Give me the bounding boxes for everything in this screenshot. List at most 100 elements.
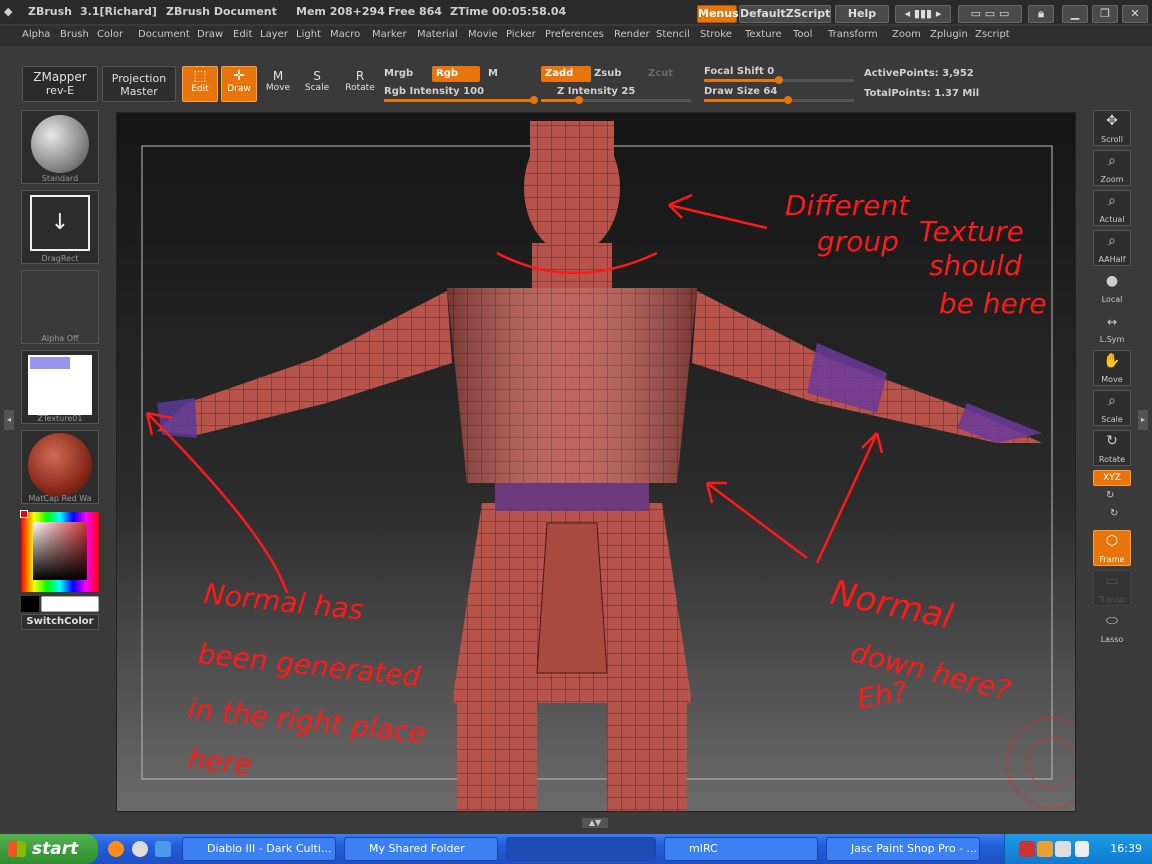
menu-tool[interactable]: Tool [793,29,812,40]
menu-zplugin[interactable]: Zplugin [930,29,968,40]
stroke-dragrect-button[interactable]: ↓ DragRect [21,190,99,264]
menu-light[interactable]: Light [296,29,321,40]
tray-shield-icon[interactable] [1075,841,1089,857]
menu-picker[interactable]: Picker [506,29,536,40]
menu-preferences[interactable]: Preferences [545,29,604,40]
rgb-intensity-slider[interactable] [384,96,538,104]
right-tray-toggle-icon[interactable]: ▸ [1138,410,1148,430]
menu-macro[interactable]: Macro [330,29,360,40]
lsym-button[interactable]: ↔ L.Sym [1093,310,1131,346]
z-intensity-slider[interactable] [541,96,691,104]
switch-color-button[interactable]: SwitchColor [21,614,99,630]
rgb-intensity-knob[interactable] [530,96,538,104]
help-button[interactable]: Help [835,5,889,23]
color-hue-marker[interactable] [20,510,28,518]
task-shared-folder[interactable]: My Shared Folder [344,837,498,861]
bottom-tray-toggle-icon[interactable]: ▲▼ [582,818,608,828]
frame-button[interactable]: ⬡ Frame [1093,530,1131,566]
rotate-view-button[interactable]: ↻ Rotate [1093,430,1131,466]
task-mirc[interactable]: mIRC [664,837,818,861]
transp-button[interactable]: ▭ Transp [1093,570,1131,606]
material-button[interactable]: MatCap Red Wa [21,430,99,504]
menu-render[interactable]: Render [614,29,650,40]
alpha-off-button[interactable]: Alpha Off [21,270,99,344]
zadd-button[interactable]: Zadd [541,66,591,82]
menu-document[interactable]: Document [138,29,190,40]
zoom-button[interactable]: ⌕ Zoom [1093,150,1131,186]
menu-brush[interactable]: Brush [60,29,89,40]
local-button[interactable]: ● Local [1093,270,1131,306]
menu-material[interactable]: Material [417,29,458,40]
menu-draw[interactable]: Draw [197,29,223,40]
lock-icon[interactable]: 🔒︎ [1028,5,1054,23]
move-view-button[interactable]: ✋ Move [1093,350,1131,386]
menu-color[interactable]: Color [97,29,123,40]
draw-size-knob[interactable] [784,96,792,104]
menu-layer[interactable]: Layer [260,29,288,40]
restore-icon[interactable]: ❐ [1092,5,1118,23]
zsub-button[interactable]: Zsub [594,68,621,79]
task-paint-shop-pro[interactable]: Jasc Paint Shop Pro - ... [826,837,980,861]
task-zbrush[interactable] [506,837,656,861]
close-icon[interactable]: ✕ [1122,5,1148,23]
z-intensity-label: Z Intensity 25 [557,86,636,97]
menu-marker[interactable]: Marker [372,29,407,40]
scale-button[interactable]: S Scale [300,66,334,102]
left-tray-toggle-icon[interactable]: ◂ [4,410,14,430]
menu-texture[interactable]: Texture [745,29,782,40]
local-label: Local [1101,295,1123,304]
menu-zoom[interactable]: Zoom [892,29,921,40]
menus-button[interactable]: Menus [697,5,739,23]
default-zscript-button[interactable]: DefaultZScript [739,5,831,23]
task-diablo[interactable]: Diablo III - Dark Culti... [182,837,336,861]
scroll-button[interactable]: ✥ Scroll [1093,110,1131,146]
zmapper-button[interactable]: ZMapper rev-E [22,66,98,102]
m-button[interactable]: M [488,68,498,79]
menu-movie[interactable]: Movie [468,29,498,40]
move-button[interactable]: M Move [261,66,295,102]
rotate-button[interactable]: R Rotate [341,66,379,102]
start-button[interactable]: start [0,834,98,864]
edit-button[interactable]: ⬚ Edit [182,66,218,102]
menu-transform[interactable]: Transform [828,29,878,40]
draw-button[interactable]: ✛ Draw [221,66,257,102]
menu-zscript[interactable]: Zscript [975,29,1010,40]
focal-shift-knob[interactable] [775,76,783,84]
menu-alpha[interactable]: Alpha [22,29,50,40]
secondary-color-swatch[interactable] [21,596,39,612]
layout-arrows-icon[interactable]: ◂ ▮▮▮ ▸ [895,5,951,23]
minimize-icon[interactable]: ▁ [1062,5,1088,23]
menu-stencil[interactable]: Stencil [656,29,690,40]
tray-app-icon[interactable] [1019,841,1035,857]
viewport-canvas[interactable]: Different group Texture should be here N… [116,112,1076,812]
window-layout-icon[interactable]: ▭ ▭ ▭ [958,5,1022,23]
aahalf-button[interactable]: ⌕ AAHalf [1093,230,1131,266]
focal-shift-slider[interactable] [704,76,854,84]
xyz-button[interactable]: XYZ [1093,470,1131,486]
tray-volume-icon[interactable] [1055,841,1071,857]
rgb-button[interactable]: Rgb [432,66,480,82]
ie-quicklaunch-icon[interactable] [155,841,171,857]
mrgb-button[interactable]: Mrgb [384,68,413,79]
rotate-y-icon[interactable]: ↻ [1106,490,1114,501]
color-picker[interactable] [20,510,99,592]
menu-stroke[interactable]: Stroke [700,29,732,40]
lasso-button[interactable]: ⬭ Lasso [1093,610,1131,646]
menu-edit[interactable]: Edit [233,29,252,40]
z-intensity-knob[interactable] [574,96,583,104]
main-color-swatch[interactable] [41,596,99,612]
annotation-normal-has: Normal has [202,577,365,627]
color-saturation-square[interactable] [33,522,87,580]
rotate-z-icon[interactable]: ↻ [1110,508,1118,519]
projection-master-button[interactable]: Projection Master [102,66,176,102]
firefox-quicklaunch-icon[interactable] [108,841,124,857]
media-quicklaunch-icon[interactable] [132,841,148,857]
scale-view-button[interactable]: ⌕ Scale [1093,390,1131,426]
brush-standard-button[interactable]: Standard [21,110,99,184]
draw-size-slider[interactable] [704,96,854,104]
texture-button[interactable]: ZTexture01 [21,350,99,424]
app-icon: ◆ [4,5,13,18]
zcut-button[interactable]: Zcut [648,68,673,79]
tray-network-icon[interactable] [1037,841,1053,857]
actual-button[interactable]: ⌕ Actual [1093,190,1131,226]
